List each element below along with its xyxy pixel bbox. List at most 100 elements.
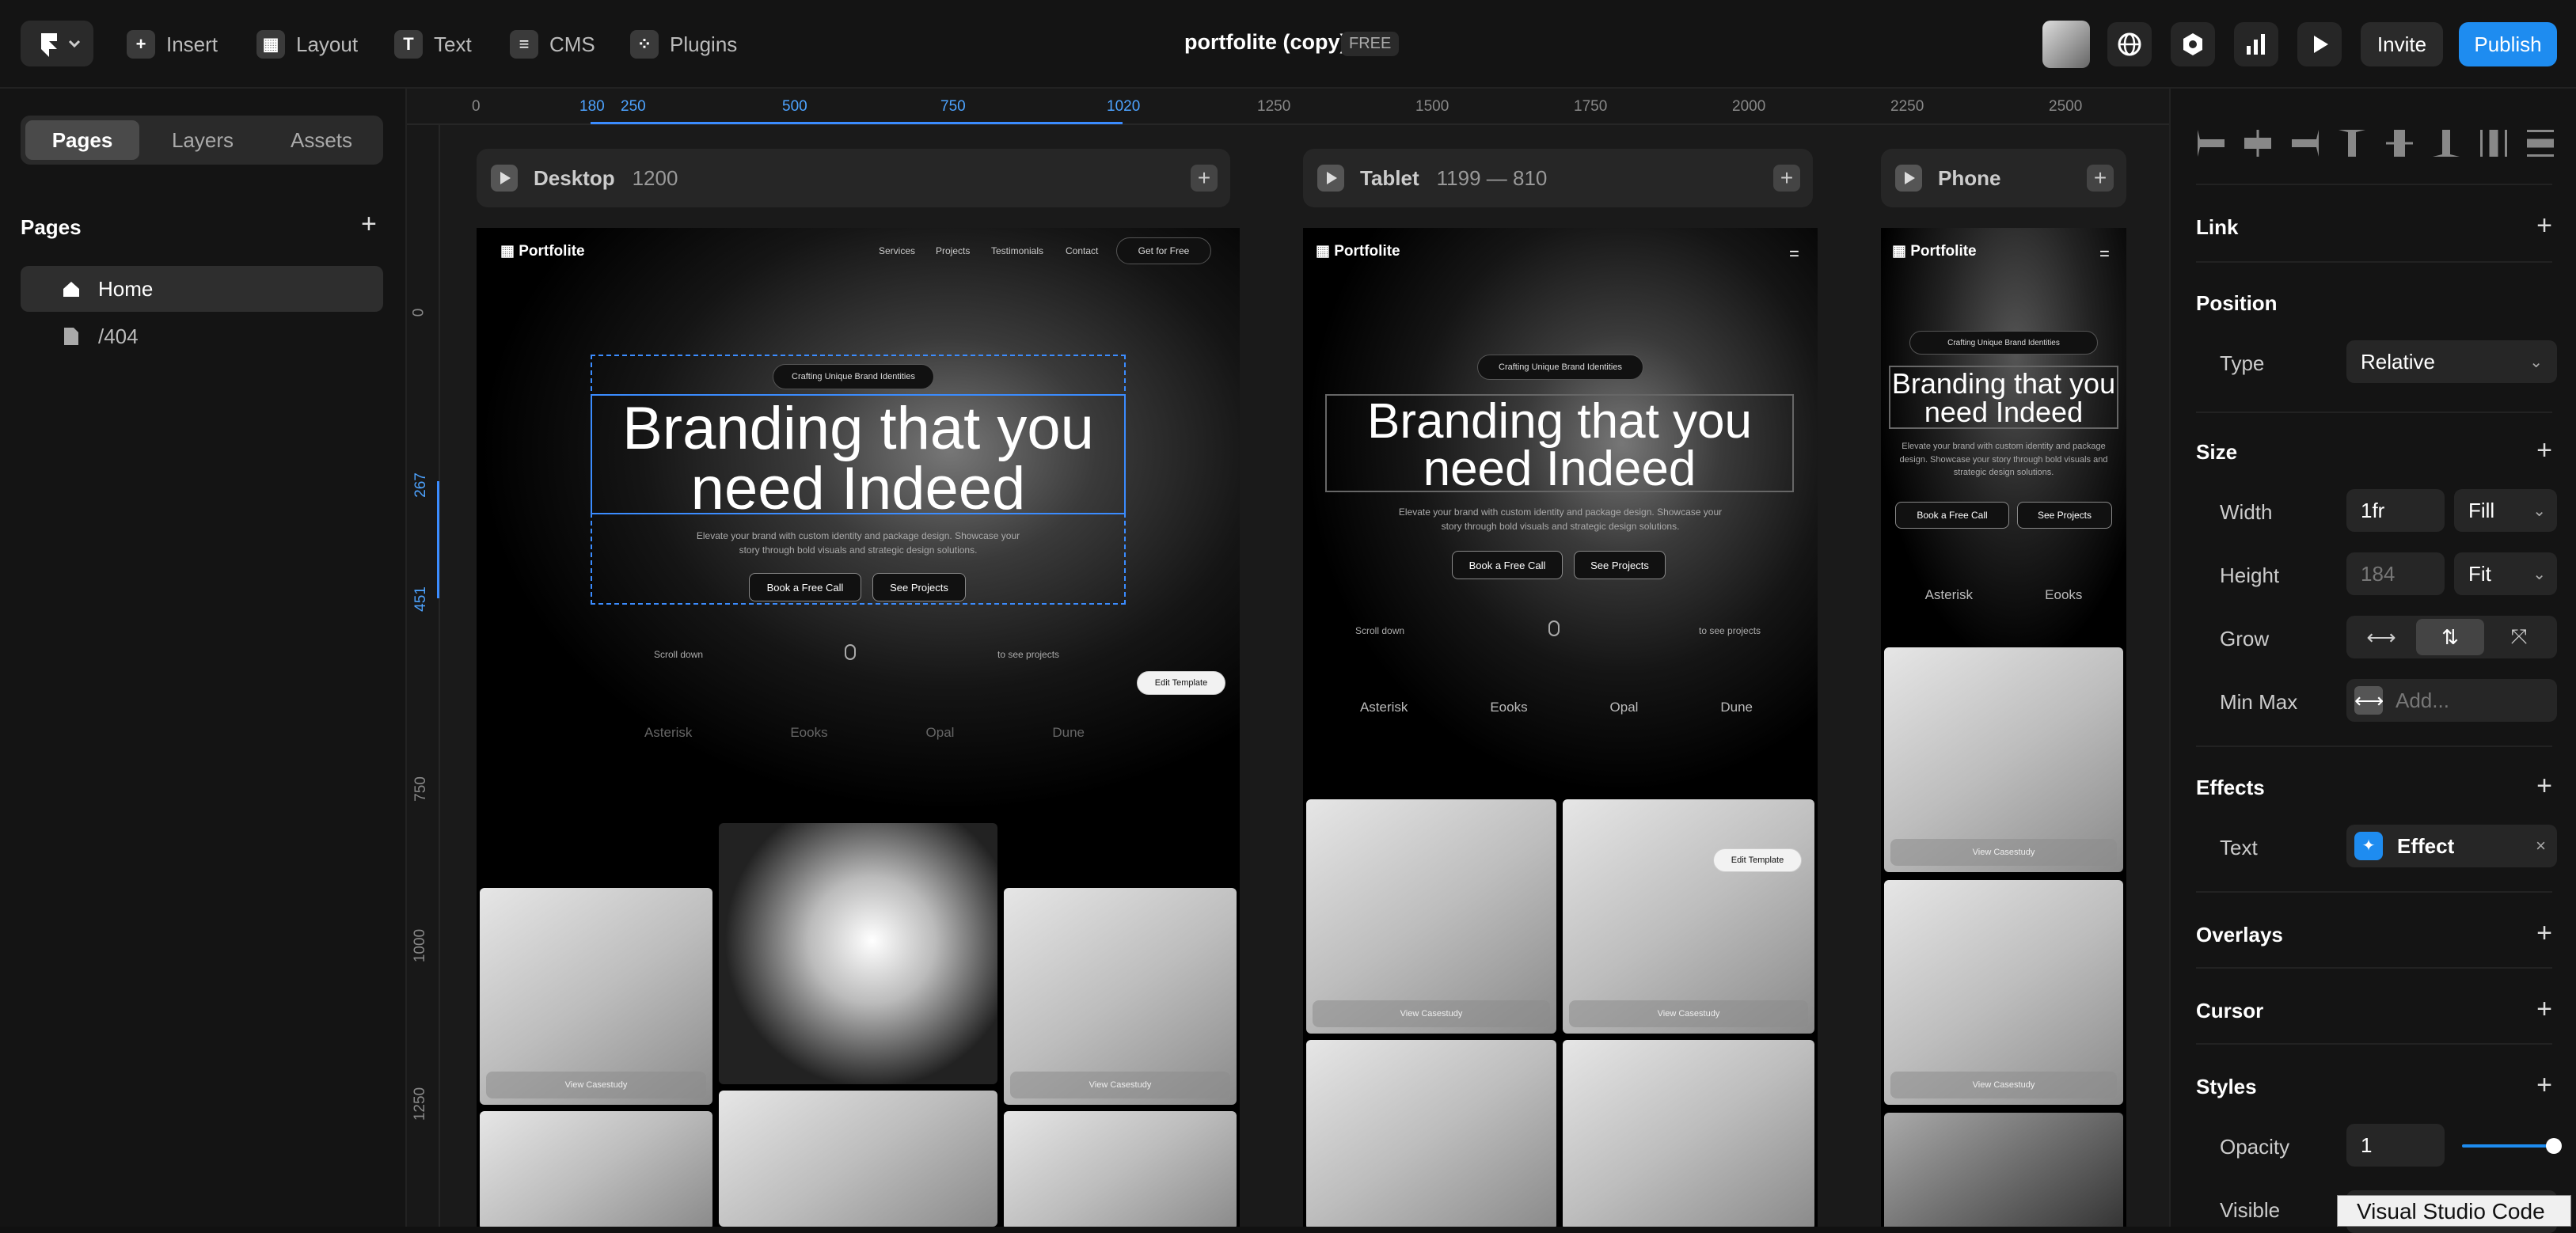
add-cursor-icon[interactable]: + bbox=[2536, 996, 2552, 1022]
project-card[interactable] bbox=[1884, 1113, 2123, 1227]
view-casestudy-button[interactable]: View Casestudy bbox=[1313, 1000, 1550, 1027]
project-card[interactable] bbox=[1004, 1111, 1237, 1227]
page-item-home[interactable]: Home bbox=[21, 266, 383, 312]
mouse-icon bbox=[1548, 620, 1560, 636]
see-projects-button[interactable]: See Projects bbox=[1574, 551, 1666, 579]
align-top-icon[interactable] bbox=[2339, 130, 2366, 157]
tab-assets[interactable]: Assets bbox=[264, 120, 378, 160]
settings-button[interactable] bbox=[2171, 22, 2215, 66]
tablet-frame[interactable]: ▦ Portfolite = Crafting Unique Brand Ide… bbox=[1303, 228, 1818, 1227]
view-casestudy-button[interactable]: View Casestudy bbox=[486, 1072, 706, 1098]
width-mode-select[interactable]: Fill ⌄ bbox=[2454, 489, 2557, 532]
project-card[interactable]: View Casestudy bbox=[480, 888, 712, 1105]
menu-icon[interactable]: = bbox=[2099, 244, 2110, 264]
desktop-frame[interactable]: ▦ Portfolite Services Projects Testimoni… bbox=[477, 228, 1240, 1227]
position-type-select[interactable]: Relative ⌄ bbox=[2346, 340, 2557, 383]
project-card[interactable] bbox=[1306, 1040, 1556, 1227]
align-bottom-icon[interactable] bbox=[2433, 130, 2460, 157]
height-mode-select[interactable]: Fit ⌄ bbox=[2454, 552, 2557, 595]
invite-button[interactable]: Invite bbox=[2361, 22, 2443, 66]
height-input[interactable]: 184 bbox=[2346, 552, 2445, 595]
get-free-button[interactable]: Get for Free bbox=[1116, 237, 1211, 264]
resize-icon: ⟷ bbox=[2354, 686, 2384, 715]
project-card[interactable]: View Casestudy bbox=[1884, 880, 2123, 1105]
layout-button[interactable]: ▦ Layout bbox=[256, 24, 358, 65]
project-title[interactable]: portfolite (copy) bbox=[1184, 30, 1347, 55]
project-card[interactable]: View Casestudy bbox=[1306, 799, 1556, 1034]
avatar[interactable] bbox=[2042, 21, 2090, 68]
headline-line-2: need Indeed bbox=[1924, 396, 2084, 428]
book-call-button[interactable]: Book a Free Call bbox=[749, 573, 861, 601]
align-center-h-icon[interactable] bbox=[2244, 130, 2272, 157]
edit-template-button[interactable]: Edit Template bbox=[1713, 848, 1802, 872]
play-icon[interactable] bbox=[491, 165, 518, 192]
insert-button[interactable]: + Insert bbox=[127, 24, 218, 65]
view-casestudy-button[interactable]: View Casestudy bbox=[1010, 1072, 1230, 1098]
minmax-input[interactable]: ⟷ Add... bbox=[2346, 679, 2557, 722]
frame-header-phone[interactable]: Phone + bbox=[1881, 149, 2126, 207]
edit-template-button[interactable]: Edit Template bbox=[1137, 671, 1225, 695]
plugins-button[interactable]: ⁘ Plugins bbox=[630, 24, 737, 65]
nav-link[interactable]: Testimonials bbox=[991, 245, 1043, 256]
opacity-input[interactable]: 1 bbox=[2346, 1124, 2445, 1167]
align-left-icon[interactable] bbox=[2198, 130, 2225, 157]
add-breakpoint-icon[interactable]: + bbox=[1191, 165, 1218, 192]
preview-button[interactable] bbox=[2297, 22, 2342, 66]
globe-button[interactable] bbox=[2107, 22, 2152, 66]
play-icon[interactable] bbox=[1895, 165, 1922, 192]
phone-frame[interactable]: ▦ Portfolite = Crafting Unique Brand Ide… bbox=[1881, 228, 2126, 1227]
effect-item[interactable]: ✦ Effect × bbox=[2346, 825, 2557, 867]
frame-header-tablet[interactable]: Tablet 1199 — 810 + bbox=[1303, 149, 1813, 207]
tab-pages[interactable]: Pages bbox=[25, 120, 139, 160]
project-card[interactable]: View Casestudy bbox=[1884, 647, 2123, 872]
project-card[interactable]: Edit Template View Casestudy bbox=[1563, 799, 1814, 1034]
add-size-icon[interactable]: + bbox=[2536, 437, 2552, 464]
slider-thumb[interactable] bbox=[2546, 1138, 2562, 1154]
add-breakpoint-icon[interactable]: + bbox=[2087, 165, 2114, 192]
project-card[interactable] bbox=[1563, 1040, 1814, 1227]
align-center-v-icon[interactable] bbox=[2385, 130, 2413, 157]
analytics-button[interactable] bbox=[2234, 22, 2278, 66]
width-input[interactable]: 1fr bbox=[2346, 489, 2445, 532]
nav-link[interactable]: Services bbox=[879, 245, 915, 256]
text-button[interactable]: T Text bbox=[394, 24, 472, 65]
add-page-button[interactable]: + bbox=[361, 209, 377, 240]
framer-menu-button[interactable] bbox=[21, 21, 93, 66]
grow-horizontal-icon[interactable]: ⟷ bbox=[2346, 625, 2416, 650]
view-casestudy-button[interactable]: View Casestudy bbox=[1890, 1072, 2117, 1098]
close-icon[interactable]: × bbox=[2536, 836, 2546, 856]
view-casestudy-button[interactable]: View Casestudy bbox=[1569, 1000, 1808, 1027]
menu-icon[interactable]: = bbox=[1789, 244, 1799, 264]
canvas[interactable]: 0 180 250 500 750 1020 1250 1500 1750 20… bbox=[407, 89, 2169, 1227]
align-right-icon[interactable] bbox=[2291, 130, 2319, 157]
view-casestudy-button[interactable]: View Casestudy bbox=[1890, 839, 2117, 866]
book-call-button[interactable]: Book a Free Call bbox=[1452, 551, 1563, 579]
project-card[interactable] bbox=[719, 823, 997, 1084]
nav-link[interactable]: Contact bbox=[1066, 245, 1098, 256]
publish-button[interactable]: Publish bbox=[2459, 22, 2557, 66]
grow-vertical-icon[interactable]: ⇅ bbox=[2416, 619, 2484, 655]
play-icon bbox=[2314, 36, 2328, 53]
add-overlay-icon[interactable]: + bbox=[2536, 920, 2552, 947]
project-card[interactable]: View Casestudy bbox=[1004, 888, 1237, 1105]
project-card[interactable] bbox=[719, 1091, 997, 1227]
nav-link[interactable]: Projects bbox=[936, 245, 970, 256]
frame-header-desktop[interactable]: Desktop 1200 + bbox=[477, 149, 1230, 207]
grow-both-icon[interactable]: ⤧ bbox=[2484, 624, 2554, 650]
book-call-button[interactable]: Book a Free Call bbox=[1895, 502, 2009, 529]
tab-layers[interactable]: Layers bbox=[146, 120, 260, 160]
project-card[interactable] bbox=[480, 1111, 712, 1227]
opacity-slider[interactable] bbox=[2462, 1138, 2562, 1154]
page-item-404[interactable]: /404 bbox=[21, 313, 383, 359]
add-effect-icon[interactable]: + bbox=[2536, 772, 2552, 799]
app-tooltip: Visual Studio Code bbox=[2337, 1195, 2571, 1227]
play-icon[interactable] bbox=[1317, 165, 1344, 192]
see-projects-button[interactable]: See Projects bbox=[872, 573, 966, 601]
see-projects-button[interactable]: See Projects bbox=[2017, 502, 2112, 529]
cms-button[interactable]: ≡ CMS bbox=[510, 24, 595, 65]
add-link-icon[interactable]: + bbox=[2536, 212, 2552, 239]
distribute-h-icon[interactable] bbox=[2479, 130, 2507, 157]
add-breakpoint-icon[interactable]: + bbox=[1773, 165, 1800, 192]
add-style-icon[interactable]: + bbox=[2536, 1072, 2552, 1098]
distribute-v-icon[interactable] bbox=[2526, 130, 2554, 157]
